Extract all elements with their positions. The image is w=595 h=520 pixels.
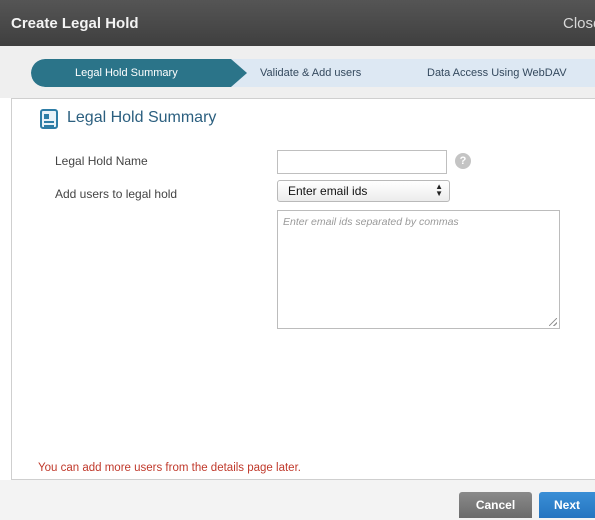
email-ids-placeholder: Enter email ids separated by commas bbox=[283, 216, 459, 228]
dialog-footer: Cancel Next bbox=[0, 480, 595, 520]
form-panel: Legal Hold Summary Legal Hold Name ? Add… bbox=[11, 98, 595, 480]
add-users-label: Add users to legal hold bbox=[55, 187, 178, 201]
dialog-title: Create Legal Hold bbox=[11, 15, 139, 32]
close-button[interactable]: Close bbox=[563, 15, 595, 32]
step-validate-add-users[interactable]: Validate & Add users bbox=[260, 67, 361, 79]
next-button[interactable]: Next bbox=[539, 492, 595, 518]
email-ids-textarea[interactable]: Enter email ids separated by commas bbox=[277, 210, 560, 329]
legal-hold-name-label: Legal Hold Name bbox=[55, 154, 148, 168]
section-title: Legal Hold Summary bbox=[67, 109, 217, 126]
dialog-titlebar: Create Legal Hold Close bbox=[0, 0, 595, 46]
select-arrows-icon: ▲ ▼ bbox=[435, 182, 443, 198]
cancel-button[interactable]: Cancel bbox=[459, 492, 532, 518]
info-note: You can add more users from the details … bbox=[38, 462, 301, 474]
help-icon[interactable]: ? bbox=[455, 153, 471, 169]
add-users-select-value: Enter email ids bbox=[288, 184, 368, 198]
resize-handle-icon[interactable] bbox=[549, 318, 557, 326]
wizard-steps: Legal Hold Summary Validate & Add users … bbox=[0, 46, 595, 98]
step-legal-hold-summary[interactable]: Legal Hold Summary bbox=[75, 67, 178, 79]
legal-hold-name-input[interactable] bbox=[277, 150, 447, 174]
step-data-access-webdav[interactable]: Data Access Using WebDAV bbox=[427, 67, 567, 79]
add-users-select[interactable]: Enter email ids ▲ ▼ bbox=[277, 180, 450, 202]
step-active-arrow bbox=[231, 59, 247, 87]
document-icon bbox=[40, 109, 58, 129]
steps-track: Legal Hold Summary Validate & Add users … bbox=[31, 59, 595, 87]
